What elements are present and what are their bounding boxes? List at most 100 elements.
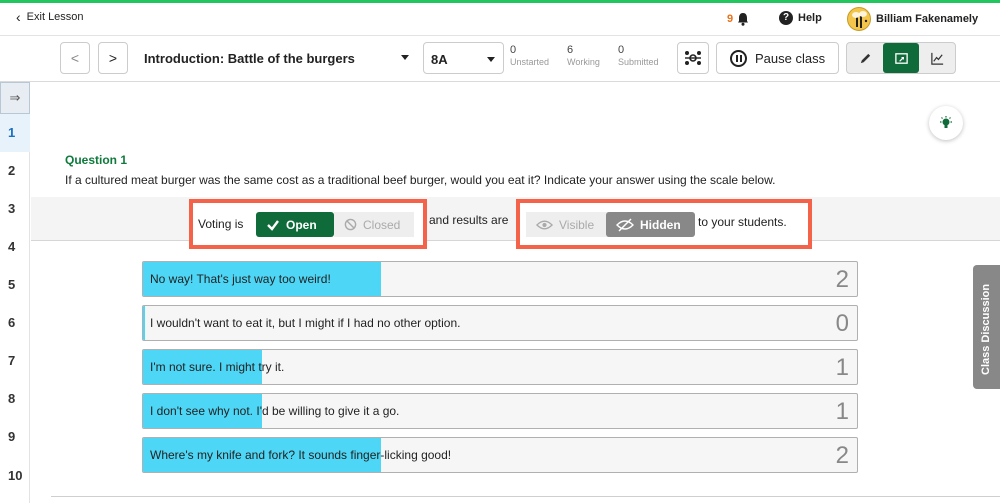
notification-count: 9 (727, 13, 734, 25)
ban-icon (344, 218, 357, 231)
previous-button[interactable]: < (60, 42, 90, 74)
chevron-right-icon: > (108, 50, 118, 66)
answer-option-1[interactable]: No way! That's just way too weird! 2 (142, 261, 858, 297)
class-select-value: 8A (431, 52, 448, 67)
answer-text: No way! That's just way too weird! (150, 272, 331, 286)
view-mode-switch (846, 42, 956, 74)
sidebar-question-1[interactable]: 1 (0, 114, 30, 152)
stat-value: 0 (618, 44, 625, 56)
help-icon: ? (779, 11, 793, 25)
voting-closed-button[interactable]: Closed (334, 212, 414, 237)
pause-class-label: Pause class (755, 50, 826, 66)
sidebar-question-8[interactable]: 8 (0, 380, 30, 418)
pencil-icon (860, 53, 870, 63)
sidebar-question-5[interactable]: 5 (0, 266, 30, 304)
closed-label: Closed (363, 217, 401, 232)
eye-icon (536, 220, 553, 229)
class-discussion-tab[interactable]: Class Discussion (973, 265, 1000, 389)
voting-control-group: Voting is Open Closed (189, 199, 427, 249)
answer-option-5[interactable]: Where's my knife and fork? It sounds fin… (142, 437, 858, 473)
notifications-button[interactable]: 9 (727, 12, 749, 26)
stat-label: Unstarted (510, 57, 550, 67)
check-icon (267, 219, 279, 231)
bee-icon (852, 11, 868, 28)
answer-text: I'm not sure. I might try it. (150, 360, 285, 374)
next-button[interactable]: > (98, 42, 128, 74)
stat-submitted: 0 Submitted (618, 44, 659, 68)
visibility-control-group: Visible Hidden to your students. (516, 199, 812, 249)
pause-icon (730, 49, 747, 67)
exit-lesson-link[interactable]: ‹ Exit Lesson (16, 8, 84, 25)
help-label: Help (798, 12, 822, 24)
visible-label: Visible (559, 217, 595, 232)
stat-value: 0 (510, 44, 517, 56)
answer-count: 1 (835, 354, 849, 381)
question-sidebar: ⇒ 1 2 3 4 5 6 7 8 9 10 (0, 82, 30, 503)
collapse-sidebar-button[interactable]: ⇒ (0, 82, 30, 114)
caret-down-icon[interactable] (401, 55, 409, 60)
analytics-mode-button[interactable] (919, 43, 955, 73)
exit-lesson-label: Exit Lesson (26, 11, 84, 23)
question-text: If a cultured meat burger was the same c… (65, 173, 776, 187)
class-discussion-label: Class Discussion (980, 283, 992, 375)
stat-label: Working (567, 57, 600, 67)
edit-mode-button[interactable] (847, 43, 883, 73)
poll-controls-bar: Voting is Open Closed and results are Vi… (31, 197, 1000, 249)
answer-text: I wouldn't want to eat it, but I might i… (150, 316, 461, 330)
answer-text: I don't see why not. I'd be willing to g… (150, 404, 400, 418)
sidebar-question-6[interactable]: 6 (0, 304, 30, 342)
present-icon (894, 52, 908, 64)
answer-option-4[interactable]: I don't see why not. I'd be willing to g… (142, 393, 858, 429)
top-bar: ‹ Exit Lesson 9 ? Help Billiam Fakenamel… (0, 3, 1000, 36)
lightbulb-icon (940, 116, 952, 128)
sidebar-question-7[interactable]: 7 (0, 342, 30, 380)
lesson-title-select[interactable]: Introduction: Battle of the burgers (144, 51, 355, 66)
eye-slash-icon (616, 217, 634, 232)
group-icon (685, 51, 701, 65)
main-content: Question 1 If a cultured meat burger was… (31, 82, 1000, 503)
answer-text: Where's my knife and fork? It sounds fin… (150, 448, 452, 462)
class-select[interactable]: 8A (423, 42, 504, 74)
answer-option-3[interactable]: I'm not sure. I might try it. 1 (142, 349, 858, 385)
help-button[interactable]: ? Help (779, 11, 822, 25)
answer-option-2[interactable]: I wouldn't want to eat it, but I might i… (142, 305, 858, 341)
class-groups-button[interactable] (677, 42, 709, 74)
user-menu[interactable]: Billiam Fakenamely (847, 7, 978, 31)
stat-working: 6 Working (567, 44, 600, 68)
stat-value: 6 (567, 44, 574, 56)
stat-label: Submitted (618, 57, 659, 67)
voting-open-button[interactable]: Open (256, 212, 334, 237)
results-prefix: and results are (429, 213, 509, 227)
user-name: Billiam Fakenamely (876, 13, 979, 25)
sidebar-question-3[interactable]: 3 (0, 190, 30, 228)
sidebar-question-10[interactable]: 10 (0, 457, 30, 495)
answer-fill-bar (143, 306, 145, 340)
results-visible-button[interactable]: Visible (526, 212, 610, 237)
answer-count: 2 (835, 442, 849, 469)
present-mode-button[interactable] (883, 43, 919, 73)
chevron-left-icon: < (70, 50, 80, 66)
chevron-left-icon: ‹ (16, 8, 21, 25)
pause-class-button[interactable]: Pause class (716, 42, 839, 74)
bell-icon (738, 13, 749, 26)
answer-count: 2 (835, 266, 849, 293)
open-label: Open (286, 217, 317, 232)
stat-unstarted: 0 Unstarted (510, 44, 549, 68)
answer-count: 0 (835, 310, 849, 337)
hidden-label: Hidden (640, 217, 681, 232)
controls-suffix: to your students. (698, 215, 787, 229)
sidebar-question-2[interactable]: 2 (0, 152, 30, 190)
sidebar-question-4[interactable]: 4 (0, 228, 30, 266)
results-hidden-button[interactable]: Hidden (606, 212, 695, 237)
sidebar-question-9[interactable]: 9 (0, 418, 30, 456)
question-label: Question 1 (65, 153, 128, 167)
caret-down-icon (487, 57, 495, 62)
lesson-toolbar: < > Introduction: Battle of the burgers … (0, 37, 1000, 82)
answer-count: 1 (835, 398, 849, 425)
lightbulb-button[interactable] (929, 106, 963, 140)
avatar (847, 7, 871, 31)
divider (51, 496, 1000, 497)
answer-list: No way! That's just way too weird! 2 I w… (142, 261, 858, 481)
line-chart-icon (930, 52, 943, 65)
voting-prefix: Voting is (198, 217, 244, 231)
